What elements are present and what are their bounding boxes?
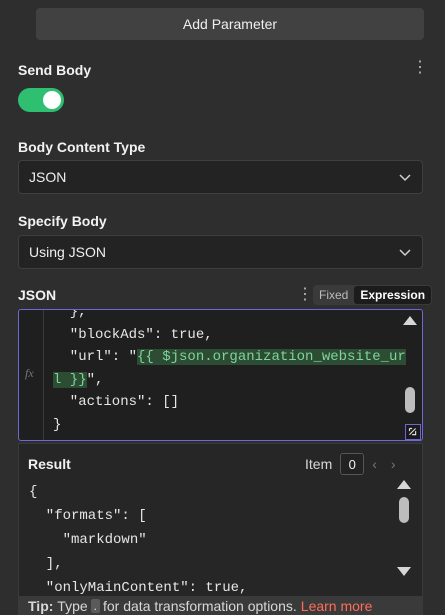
item-index-input[interactable]: 0 [340,453,365,475]
chevron-left-icon[interactable]: ‹ [372,456,377,472]
result-line: "markdown" [29,532,147,548]
tip-bar: Tip: Type . for data transformation opti… [18,596,423,615]
fx-icon: fx [25,366,34,380]
code-line: "url": "{{ $json.organization_website_ur [53,349,406,365]
result-line: "onlyMainContent": true, [29,580,248,596]
toggle-knob [43,91,61,109]
code-text: "url": " [53,349,138,365]
expression-highlight: l }} [53,371,87,388]
chevron-right-icon[interactable]: › [391,456,396,472]
result-line: { [29,484,38,500]
specify-body-value: Using JSON [29,244,107,260]
send-body-toggle[interactable] [18,88,64,112]
json-label: JSON [18,287,57,303]
mode-expression[interactable]: Expression [354,286,432,304]
scroll-up-icon[interactable] [403,316,417,325]
scrollbar-thumb[interactable] [399,497,409,523]
body-content-type-select[interactable]: JSON [18,160,423,194]
tip-prefix: Tip: [28,597,54,614]
result-line: "formats": [ [29,508,147,524]
tip-text: Type [57,597,88,614]
tip-text: for data transformation options. [103,597,297,614]
result-panel: Result Item 0 ‹ › { "formats": [ "markdo… [18,443,423,615]
item-label: Item [305,456,333,472]
specify-body-select[interactable]: Using JSON [18,235,423,269]
expression-highlight: {{ $json.organization_website_ur [137,349,406,365]
add-parameter-button[interactable]: Add Parameter [36,8,424,40]
item-navigator: Item 0 ‹ › [305,453,396,475]
mode-fixed[interactable]: Fixed [313,286,354,304]
fixed-expression-toggle[interactable]: Fixed Expression [313,285,433,305]
code-line: "blockAds": true, [53,326,213,343]
chevron-down-icon [399,249,411,257]
editor-code[interactable]: }, "blockAds": true, "url": "{{ $json.or… [53,309,406,436]
scroll-down-icon[interactable] [397,567,411,576]
code-line: l }}", [53,371,104,388]
send-body-options-icon[interactable]: ⋮ [412,60,428,76]
result-code: { "formats": [ "markdown" ], "onlyMainCo… [29,480,247,600]
chevron-down-icon [399,174,411,182]
result-line: ], [29,556,63,572]
scroll-up-icon[interactable] [397,480,411,489]
body-content-type-value: JSON [29,169,67,185]
tip-key: . [90,598,100,613]
scrollbar-thumb[interactable] [405,387,415,413]
code-line: } [53,416,62,433]
result-scrollbar[interactable] [394,480,414,582]
json-expression-editor[interactable]: fx }, "blockAds": true, "url": "{{ $json… [18,309,423,441]
result-label: Result [28,456,71,472]
resize-icon[interactable] [405,424,421,440]
learn-more-link[interactable]: Learn more [301,598,373,614]
json-options-icon[interactable]: ⋮ [297,287,313,303]
editor-gutter: fx [19,310,44,440]
specify-body-label: Specify Body [18,213,107,229]
code-text: ", [86,371,104,388]
code-line: "actions": [] [53,394,180,410]
send-body-label: Send Body [18,62,92,78]
body-content-type-label: Body Content Type [18,139,146,155]
editor-scrollbar[interactable] [400,316,420,436]
code-line: }, [53,309,87,320]
